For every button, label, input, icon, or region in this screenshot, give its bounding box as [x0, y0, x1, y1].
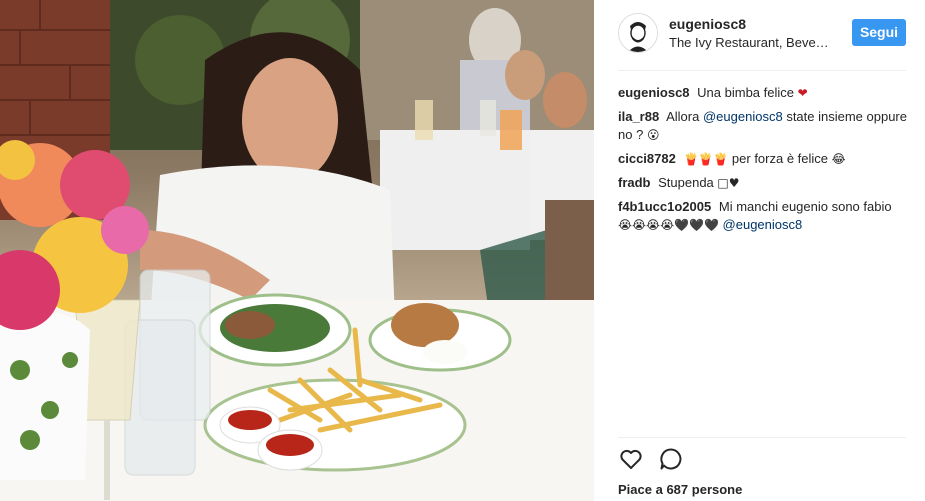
fries-icon: 🍟🍟🍟 [683, 152, 729, 166]
surprised-face-icon: 😮 [646, 128, 660, 142]
likes-suffix: persone [691, 482, 743, 497]
comment-item: cicci8782 🍟🍟🍟 per forza è felice 😂 [618, 150, 908, 168]
post-actions [618, 446, 738, 476]
post-photo[interactable] [0, 0, 594, 501]
comment-mention[interactable]: @eugeniosc8 [703, 109, 783, 124]
post-location[interactable]: The Ivy Restaurant, Beve… [669, 35, 829, 50]
user-avatar-icon [619, 14, 657, 52]
comment-mention[interactable]: @eugeniosc8 [723, 217, 803, 232]
comment-text: Allora [666, 109, 700, 124]
comment-text: Mi manchi eugenio sono fabio [718, 199, 892, 214]
comment-author[interactable]: eugeniosc8 [618, 85, 690, 100]
comment-author[interactable]: fradb [618, 175, 651, 190]
crying-hearts-icon: 😭😭😭😭🖤🖤🖤 [618, 218, 719, 232]
restaurant-photo-illustration [0, 0, 594, 501]
comment-bubble-icon[interactable] [658, 446, 684, 472]
avatar[interactable] [618, 13, 658, 53]
post-sidebar: eugeniosc8 The Ivy Restaurant, Beve… Seg… [594, 0, 925, 501]
comment-text: Una bimba felice [697, 85, 794, 100]
post-header: eugeniosc8 The Ivy Restaurant, Beve… Seg… [594, 0, 925, 70]
comment-author[interactable]: f4b1ucc1o2005 [618, 199, 711, 214]
likes-count[interactable]: Piace a 687 persone [618, 482, 742, 497]
comment-author[interactable]: cicci8782 [618, 151, 676, 166]
post-username[interactable]: eugeniosc8 [669, 16, 746, 32]
comment-text: Stupenda [658, 175, 714, 190]
follow-button[interactable]: Segui [852, 19, 906, 46]
comment-text: per forza è felice [731, 151, 829, 166]
heart-outline-icon[interactable] [618, 446, 644, 472]
comments-list: eugeniosc8 Una bimba felice ❤ ila_r88 Al… [618, 84, 908, 240]
likes-prefix: Piace a [618, 482, 663, 497]
comment-author[interactable]: ila_r88 [618, 109, 659, 124]
header-divider [618, 70, 906, 71]
actions-divider [618, 437, 906, 438]
laughing-face-icon: 😂 [831, 152, 846, 166]
comment-item: eugeniosc8 Una bimba felice ❤ [618, 84, 908, 102]
comment-item: f4b1ucc1o2005 Mi manchi eugenio sono fab… [618, 198, 908, 234]
heart-icon: □♥ [717, 176, 740, 190]
comment-item: ila_r88 Allora @eugeniosc8 state insieme… [618, 108, 908, 144]
likes-number: 687 [666, 482, 689, 497]
comment-item: fradb Stupenda □♥ [618, 174, 908, 192]
red-heart-icon: ❤ [797, 86, 808, 100]
